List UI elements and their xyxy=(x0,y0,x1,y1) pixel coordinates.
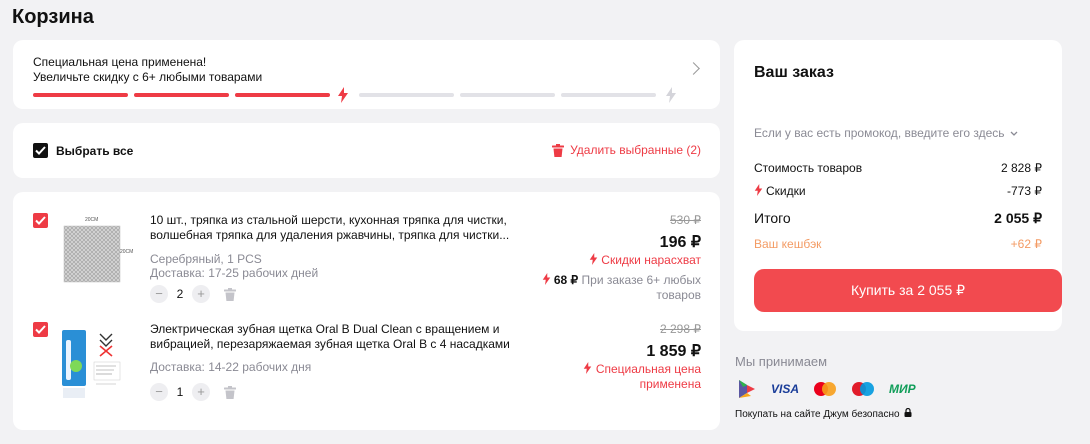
progress-segment xyxy=(235,93,330,97)
checkmark-icon xyxy=(35,146,46,155)
progress-segment xyxy=(561,93,656,97)
product-image[interactable]: 20CM 20CM xyxy=(60,216,133,302)
chevron-right-icon[interactable] xyxy=(687,62,700,75)
mastercard-icon xyxy=(814,382,837,396)
special-price-badge: Специальная цена применена xyxy=(581,362,701,392)
select-all-label: Выбрать все xyxy=(56,144,134,158)
item-variant: Серебряный, 1 PCS xyxy=(150,252,262,266)
lightning-icon xyxy=(584,362,592,374)
lightning-icon xyxy=(338,87,348,103)
increase-quantity-button[interactable]: + xyxy=(192,383,210,401)
cashback-row: Ваш кешбэк +62 ₽ xyxy=(754,237,1042,251)
discount-label: Скидки xyxy=(766,184,806,198)
lightning-icon xyxy=(542,273,550,285)
item-title[interactable]: 10 шт., тряпка из стальной шерсти, кухон… xyxy=(150,213,510,243)
quantity-value: 1 xyxy=(176,385,184,399)
payment-methods: VISA МИР xyxy=(737,378,916,400)
old-price: 530 ₽ xyxy=(670,213,701,227)
delete-selected-button[interactable]: Удалить выбранные (2) xyxy=(552,143,701,157)
current-price: 196 ₽ xyxy=(659,234,701,251)
discount-badge: Скидки нарасхват xyxy=(589,253,701,268)
mir-icon: МИР xyxy=(889,382,916,396)
quantity-value: 2 xyxy=(176,287,184,301)
promo-line-1: Специальная цена применена! xyxy=(33,55,207,69)
quantity-stepper: − 1 + xyxy=(150,383,236,401)
delete-selected-label: Удалить выбранные (2) xyxy=(570,143,701,157)
chevron-down-icon xyxy=(1010,131,1018,136)
trash-icon[interactable] xyxy=(224,287,236,301)
goods-cost-value: 2 828 ₽ xyxy=(1001,161,1042,175)
lightning-icon xyxy=(589,253,598,265)
discount-label-wrap: Скидки xyxy=(754,184,806,198)
trash-icon xyxy=(552,143,565,157)
bulk-price: 68 ₽ xyxy=(553,273,579,287)
maestro-icon xyxy=(852,382,875,396)
payment-methods-title: Мы принимаем xyxy=(735,354,828,369)
promo-code-link[interactable]: Если у вас есть промокод, введите его зд… xyxy=(754,126,1018,140)
order-title: Ваш заказ xyxy=(754,64,834,81)
discount-value: -773 ₽ xyxy=(1007,184,1042,198)
select-all-checkbox[interactable] xyxy=(33,143,48,158)
cashback-label: Ваш кешбэк xyxy=(754,237,822,251)
total-value: 2 055 ₽ xyxy=(994,210,1042,226)
discount-badge-label: Скидки нарасхват xyxy=(601,253,701,267)
visa-icon: VISA xyxy=(771,382,800,396)
image-dimension-label: 20CM xyxy=(120,249,134,255)
progress-segment xyxy=(33,93,128,97)
order-summary: Ваш заказ Если у вас есть промокод, введ… xyxy=(734,40,1062,331)
total-label: Итого xyxy=(754,210,791,226)
promo-card[interactable]: Специальная цена применена! Увеличьте ск… xyxy=(13,40,720,109)
lock-icon xyxy=(904,407,912,417)
item-checkbox[interactable] xyxy=(33,322,48,337)
increase-quantity-button[interactable]: + xyxy=(192,285,210,303)
checkmark-icon xyxy=(35,216,46,225)
cart-items-card: 20CM 20CM 10 шт., тряпка из стальной шер… xyxy=(13,192,720,430)
current-price: 1 859 ₽ xyxy=(646,343,701,360)
product-image[interactable] xyxy=(60,326,126,412)
old-price: 2 298 ₽ xyxy=(660,322,701,336)
bulk-note: При заказе 6+ любых товаров xyxy=(581,273,701,302)
item-checkbox[interactable] xyxy=(33,213,48,228)
sbp-icon xyxy=(739,380,755,398)
bulk-offer: 68 ₽ При заказе 6+ любых товаров xyxy=(536,273,701,303)
safe-purchase-text: Покупать на сайте Джум безопасно xyxy=(735,409,900,420)
lightning-icon xyxy=(754,184,763,196)
special-price-label: Специальная цена применена xyxy=(595,362,701,391)
cashback-value: +62 ₽ xyxy=(1010,237,1042,251)
promo-line-2: Увеличьте скидку с 6+ любыми товарами xyxy=(33,70,263,84)
steel-wool-cloth-image xyxy=(63,225,121,283)
item-delivery: Доставка: 17-25 рабочих дней xyxy=(150,266,319,280)
safe-purchase-note: Покупать на сайте Джум безопасно xyxy=(735,407,912,420)
quantity-stepper: − 2 + xyxy=(150,285,236,303)
goods-cost-row: Стоимость товаров 2 828 ₽ xyxy=(754,161,1042,175)
progress-segment xyxy=(359,93,454,97)
image-dimension-label: 20CM xyxy=(85,217,99,223)
progress-segment xyxy=(134,93,229,97)
discount-row: Скидки -773 ₽ xyxy=(754,184,1042,198)
promo-code-label: Если у вас есть промокод, введите его зд… xyxy=(754,126,1005,140)
select-all-card: Выбрать все Удалить выбранные (2) xyxy=(13,123,720,178)
item-delivery: Доставка: 14-22 рабочих дня xyxy=(150,360,312,374)
buy-button[interactable]: Купить за 2 055 ₽ xyxy=(754,269,1062,312)
decrease-quantity-button[interactable]: − xyxy=(150,383,168,401)
progress-segment xyxy=(460,93,555,97)
item-title[interactable]: Электрическая зубная щетка Oral B Dual C… xyxy=(150,322,510,352)
total-row: Итого 2 055 ₽ xyxy=(754,210,1042,227)
goods-cost-label: Стоимость товаров xyxy=(754,161,863,175)
trash-icon[interactable] xyxy=(224,385,236,399)
decrease-quantity-button[interactable]: − xyxy=(150,285,168,303)
lightning-icon xyxy=(666,87,676,103)
toothbrush-box-image xyxy=(62,330,121,398)
page-title: Корзина xyxy=(12,6,94,28)
checkmark-icon xyxy=(35,325,46,334)
